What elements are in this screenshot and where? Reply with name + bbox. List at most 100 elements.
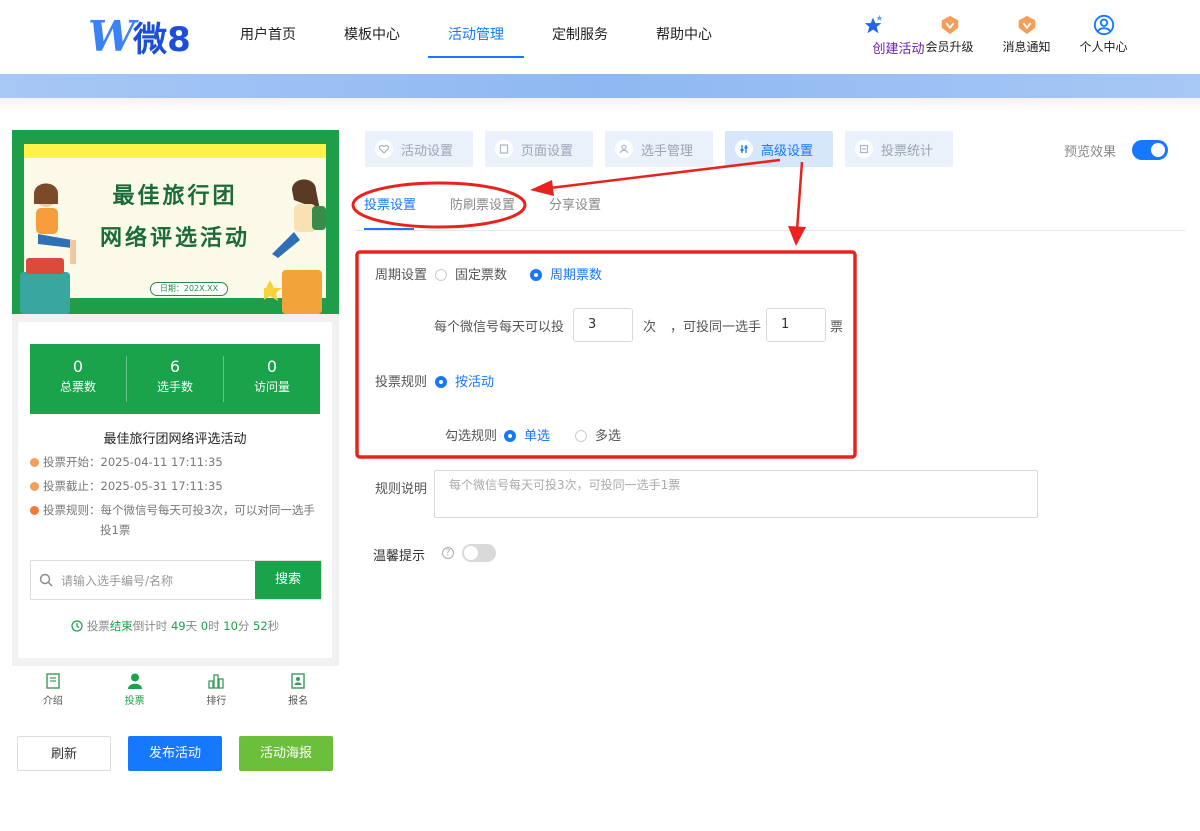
check-multi-radio[interactable]: 多选: [575, 425, 621, 444]
cycle-fixed-radio[interactable]: 固定票数: [435, 264, 507, 283]
step-vote-statistics[interactable]: 投票统计: [845, 131, 953, 167]
rule-description-label: 规则说明: [375, 482, 428, 497]
check-multi-label: 多选: [595, 429, 622, 444]
mobile-tabbar: 介绍 投票 排行 报名: [12, 666, 339, 715]
subtab-vote-settings[interactable]: 投票设置: [364, 194, 416, 213]
annotation-arrowhead-down: [788, 226, 806, 246]
vote-rule-info: 投票规则：每个微信号每天可投3次，可以对同一选手 投1票: [30, 500, 322, 540]
warm-tip-toggle[interactable]: [462, 544, 496, 562]
votes-unit: 票: [830, 320, 844, 335]
step-label: 高级设置: [761, 143, 814, 159]
rule-by-activity-radio[interactable]: 按活动: [435, 371, 494, 390]
radio-checked-icon: [435, 376, 447, 388]
signup-icon: [291, 673, 305, 689]
countdown-hours: 0: [200, 619, 209, 633]
subtab-anti-fraud[interactable]: 防刷票设置: [450, 194, 515, 213]
publish-activity-button[interactable]: 发布活动: [128, 736, 222, 771]
countdown-hours-unit: 时: [208, 619, 220, 633]
vote-end-text: 投票截止：2025-05-31 17:11:35: [43, 479, 223, 493]
activity-poster: 最佳旅行团 网络评选活动 日期：202X.XX: [12, 130, 339, 314]
activity-title: 最佳旅行团网络评选活动: [103, 432, 247, 447]
vote-rule-text-cont: 投1票: [100, 523, 131, 537]
same-contestant-votes-input[interactable]: 1: [766, 308, 826, 342]
search-icon: [39, 573, 53, 587]
countdown-minutes-unit: 分: [237, 619, 250, 633]
create-activity-label: 创建活动: [872, 42, 925, 57]
logo-text: 微8: [133, 19, 191, 60]
heart-icon: [375, 140, 393, 158]
step-label: 活动设置: [401, 143, 454, 159]
tab-label: 介绍: [42, 696, 63, 707]
times-unit: 次: [643, 320, 657, 335]
tab-vote[interactable]: 投票: [94, 666, 176, 715]
search-placeholder: 请输入选手编号/名称: [61, 573, 174, 588]
create-activity-button[interactable]: 创建活动: [834, 14, 925, 57]
stat-value: 0: [72, 357, 84, 376]
logo-letter: W: [88, 11, 135, 61]
refresh-button[interactable]: 刷新: [17, 736, 111, 771]
radio-icon: [435, 269, 447, 281]
preview-label: 预览效果: [1063, 144, 1116, 160]
nav-custom-service[interactable]: 定制服务: [528, 0, 632, 74]
cycle-periodic-radio[interactable]: 周期票数: [530, 264, 602, 283]
countdown-seconds-unit: 秒: [267, 619, 280, 633]
sliders-icon: [735, 140, 753, 158]
subtab-active-indicator: [364, 228, 414, 230]
vote-rule-text: 投票规则：每个微信号每天可投3次，可以对同一选手: [43, 503, 315, 517]
tab-signup[interactable]: 报名: [257, 666, 339, 715]
per-day-votes-input[interactable]: 3: [573, 308, 633, 342]
stat-total-votes: 0 总票数: [30, 356, 127, 402]
search-input[interactable]: 请输入选手编号/名称: [31, 561, 255, 599]
rule-description-textarea[interactable]: 每个微信号每天可投3次，可投同一选手1票: [434, 470, 1038, 518]
vote-countdown: 投票结束倒计时 49天 0时 10分 52秒: [18, 618, 332, 634]
traveler-illustration-left: [20, 183, 76, 314]
stat-visits: 0 访问量: [224, 356, 320, 402]
stats-bar: 0 总票数 6 选手数 0 访问量: [30, 344, 320, 414]
nav-templates[interactable]: 模板中心: [320, 0, 424, 74]
stars-icon: [864, 14, 883, 34]
nav-help[interactable]: 帮助中心: [632, 0, 736, 74]
chart-icon: [855, 140, 873, 158]
clock-dot-icon: [30, 458, 39, 467]
personal-center-label: 个人中心: [1079, 40, 1128, 54]
clock-icon: [71, 620, 83, 632]
tab-ranking[interactable]: 排行: [176, 666, 258, 715]
step-activity-settings[interactable]: 活动设置: [365, 131, 473, 167]
user-icon: [615, 140, 633, 158]
subtab-divider: [355, 230, 1185, 231]
nav-home[interactable]: 用户首页: [216, 0, 320, 74]
countdown-minutes: 10: [223, 619, 238, 633]
search-button[interactable]: 搜索: [255, 561, 321, 599]
rule-by-activity-label: 按活动: [455, 375, 495, 390]
stat-contestants: 6 选手数: [127, 356, 224, 402]
preview-toggle[interactable]: [1132, 140, 1168, 160]
notification-badge-icon: [1018, 15, 1035, 35]
countdown-days: 49: [170, 619, 186, 633]
member-upgrade-label: 会员升级: [925, 40, 974, 54]
stat-value: 0: [266, 357, 278, 376]
document-icon: [46, 673, 60, 689]
stat-label: 选手数: [156, 380, 193, 394]
radio-icon: [575, 430, 587, 442]
nav-activity-management[interactable]: 活动管理: [424, 0, 528, 74]
tab-label: 报名: [288, 696, 309, 707]
step-advanced-settings[interactable]: 高级设置: [725, 131, 833, 167]
subtab-share-settings[interactable]: 分享设置: [549, 194, 601, 213]
radio-checked-icon: [504, 430, 516, 442]
page-icon: [495, 140, 513, 158]
activity-poster-button[interactable]: 活动海报: [239, 736, 333, 771]
help-icon[interactable]: ?: [442, 547, 454, 559]
notifications-button[interactable]: 消息通知: [988, 14, 1065, 55]
traveler-illustration-right: [264, 179, 326, 314]
per-day-label: 每个微信号每天可以投: [434, 320, 565, 335]
warm-tip-label: 温馨提示: [373, 549, 426, 564]
logo[interactable]: W 微8: [88, 11, 191, 61]
check-single-radio[interactable]: 单选: [504, 425, 550, 444]
step-page-settings[interactable]: 页面设置: [485, 131, 593, 167]
tab-intro[interactable]: 介绍: [12, 666, 94, 715]
vote-end-info: 投票截止：2025-05-31 17:11:35: [30, 476, 223, 496]
step-contestant-management[interactable]: 选手管理: [605, 131, 713, 167]
personal-center-button[interactable]: 个人中心: [1065, 14, 1142, 55]
step-label: 投票统计: [881, 143, 934, 159]
activity-card: 0 总票数 6 选手数 0 访问量 最佳旅行团网络评选活动 投票开始：2025-…: [18, 322, 332, 658]
